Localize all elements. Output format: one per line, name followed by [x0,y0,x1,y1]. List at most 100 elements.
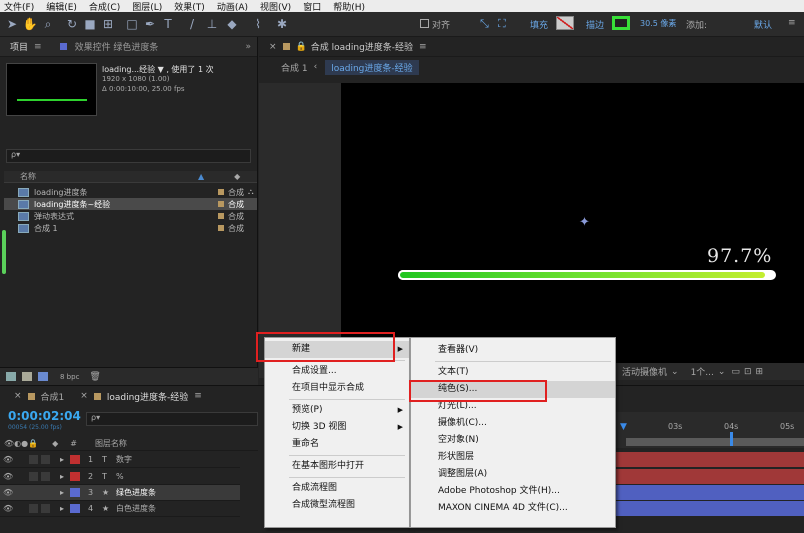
layer-label-color[interactable] [70,488,81,497]
chevron-down-icon[interactable]: ⌄ [671,367,679,377]
trash-icon[interactable]: 🗑 [89,372,100,382]
work-area-bar[interactable] [626,438,804,446]
label-swatch[interactable] [218,213,224,219]
label-swatch[interactable] [218,189,224,195]
menu-effect[interactable]: 效果(T) [174,0,205,13]
layer-name[interactable]: 数字 [116,454,132,465]
breadcrumb-item[interactable]: 合成 1 [281,61,308,74]
keyframe-marker[interactable] [730,432,733,446]
tab-comp1[interactable]: 合成1 [41,390,65,403]
workspace-menu-icon[interactable]: ≡ [788,18,796,28]
comp-tab-title[interactable]: 合成 loading进度条-经验 [311,40,413,53]
menu-item-open-essential-graphics[interactable]: 在基本图形中打开 [265,458,409,475]
new-comp-icon[interactable] [38,372,48,381]
close-icon[interactable]: × [80,391,88,401]
menu-help[interactable]: 帮助(H) [333,0,365,13]
breadcrumb-item-active[interactable]: loading进度条-经验 [325,59,419,75]
submenu-item-adjustment-layer[interactable]: 调整图层(A) [411,466,615,483]
bit-depth[interactable]: 8 bpc [60,373,79,381]
menu-item-switch-3d-view[interactable]: 切换 3D 视图 ▶ [265,419,409,436]
visibility-eye-icon[interactable]: 👁 [3,455,13,464]
submenu-item-shape-layer[interactable]: 形状图层 [411,449,615,466]
av-switches-icon[interactable]: 👁◐●🔒 [4,439,38,448]
flowchart-icon[interactable]: ⛬ [248,187,254,197]
lock-toggle[interactable] [41,455,50,464]
visibility-eye-icon[interactable]: 👁 [3,504,13,513]
selection-tool-icon[interactable]: ➤ [4,16,20,32]
layer-row[interactable]: 👁 ▸ 2 T % [0,469,240,485]
playhead-icon[interactable]: ▼ [620,422,627,432]
layer-bar[interactable] [612,501,804,516]
menu-item-preview[interactable]: 预览(P) ▶ [265,402,409,419]
label-tag-icon[interactable]: ◆ [52,439,58,448]
new-folder-icon[interactable] [22,372,32,381]
expand-arrow-icon[interactable]: ▸ [60,488,64,497]
close-icon[interactable]: × [269,42,277,52]
views-dropdown[interactable]: 1个... [691,365,714,378]
stroke-width-value[interactable]: 30.5 像素 [640,18,676,29]
timecode[interactable]: 0:00:02:04 [8,409,81,423]
column-name[interactable]: 名称 [20,171,36,182]
pen-tool-icon[interactable]: ✒ [142,16,158,32]
camera-dropdown[interactable]: 活动摄像机 [622,365,667,378]
fill-swatch[interactable] [556,16,574,30]
menu-animation[interactable]: 动画(A) [217,0,248,13]
menu-layer[interactable]: 图层(L) [132,0,162,13]
label-swatch[interactable] [218,225,224,231]
expand-arrow-icon[interactable]: ▸ [60,472,64,481]
reset-exposure-icon[interactable]: ▭ [731,367,740,377]
menu-item-reveal-in-project[interactable]: 在项目中显示合成 [265,380,409,397]
lock-icon[interactable]: 🔒 [296,42,307,52]
snapshot-icon[interactable]: ⊡ [744,367,752,377]
snap-checkbox[interactable] [420,19,429,28]
solo-toggle[interactable] [29,472,38,481]
sort-arrow-icon[interactable]: ▲ [198,172,204,181]
menu-edit[interactable]: 编辑(E) [46,0,77,13]
layer-bar[interactable] [612,469,804,484]
type-tool-icon[interactable]: T [160,16,176,32]
snap-icon[interactable]: ⛶ [498,17,506,31]
layer-row[interactable]: 👁 ▸ 4 ★ 白色进度条 [0,501,240,517]
column-layer-name[interactable]: 图层名称 [95,438,127,449]
composition-viewer[interactable]: ✦ 97.7% [341,83,804,378]
visibility-eye-icon[interactable]: 👁 [3,488,13,497]
brush-tool-icon[interactable]: / [184,16,200,32]
label-swatch[interactable] [218,201,224,207]
submenu-item-null-object[interactable]: 空对象(N) [411,432,615,449]
solo-toggle[interactable] [29,488,38,497]
lock-toggle[interactable] [41,488,50,497]
clone-stamp-tool-icon[interactable]: ⊥ [204,16,220,32]
layer-row-selected[interactable]: 👁 ▸ 3 ★ 绿色进度条 [0,485,240,501]
project-search-input[interactable]: ρ▾ [6,149,251,163]
layer-name[interactable]: 绿色进度条 [116,487,156,498]
menu-file[interactable]: 文件(F) [4,0,34,13]
zoom-tool-icon[interactable]: ⌕ [40,16,56,32]
lock-toggle[interactable] [41,504,50,513]
layer-label-color[interactable] [70,472,81,481]
tab-loading-comp[interactable]: loading进度条-经验 [107,390,188,403]
menu-window[interactable]: 窗口 [303,0,321,13]
panel-menu-icon[interactable]: ≡ [34,42,42,52]
layer-row[interactable]: 👁 ▸ 1 T 数字 [0,452,240,468]
scrollbar[interactable] [2,230,6,274]
show-channel-icon[interactable]: ⊞ [755,367,763,377]
submenu-item-camera[interactable]: 摄像机(C)... [411,415,615,432]
rotate-tool-icon[interactable]: ↻ [64,16,80,32]
hand-tool-icon[interactable]: ✋ [22,16,38,32]
rectangle-tool-icon[interactable]: □ [124,16,140,32]
tab-project[interactable]: 项目 [10,40,28,53]
close-icon[interactable]: × [14,391,22,401]
chevron-down-icon[interactable]: ⌄ [718,367,726,377]
solo-toggle[interactable] [29,455,38,464]
stroke-swatch[interactable] [612,16,630,30]
list-item-selected[interactable]: loading进度条~经验 合成 [4,198,257,210]
solo-toggle[interactable] [29,504,38,513]
panel-menu-icon[interactable]: ≡ [419,42,427,52]
expand-arrow-icon[interactable]: ▸ [60,504,64,513]
submenu-item-text[interactable]: 文本(T) [411,364,615,381]
menu-item-mini-flowchart[interactable]: 合成微型流程图 [265,497,409,514]
layer-bar[interactable] [612,485,804,500]
layer-name[interactable]: 白色进度条 [116,503,156,514]
visibility-eye-icon[interactable]: 👁 [3,472,13,481]
submenu-item-viewer[interactable]: 查看器(V) [411,342,615,359]
